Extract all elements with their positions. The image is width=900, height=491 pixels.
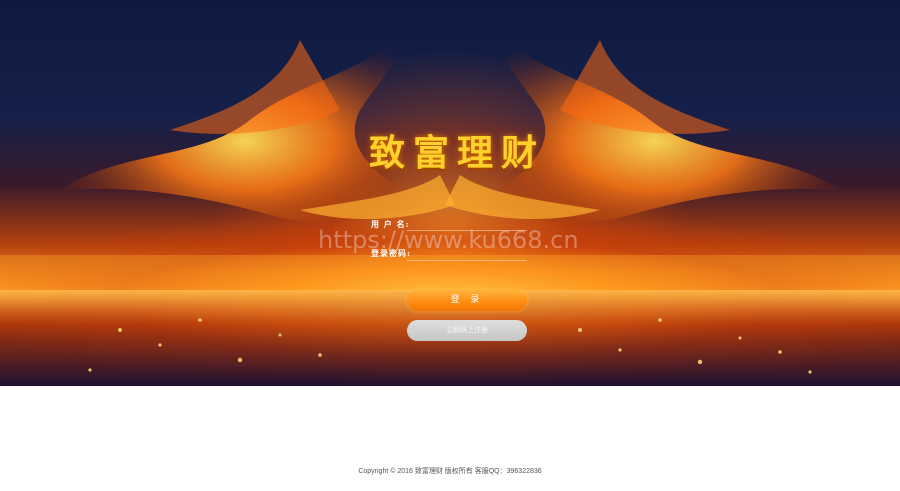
footer-copyright: Copyright © 2016 致富理财 版权所有 客服QQ：39632283… <box>358 468 542 475</box>
username-label: 用 户 名: <box>371 219 410 229</box>
hero-background: 致富理财 https://www.ku668.cn 用 户 名: 登录密码: 登… <box>0 0 900 386</box>
username-input[interactable] <box>407 216 527 231</box>
page-title: 致富理财 <box>369 132 546 174</box>
password-label: 登录密码: <box>371 248 411 258</box>
register-button[interactable]: 立即网上注册 <box>407 320 527 341</box>
password-input[interactable] <box>407 246 527 261</box>
login-button[interactable]: 登 录 <box>407 290 527 311</box>
